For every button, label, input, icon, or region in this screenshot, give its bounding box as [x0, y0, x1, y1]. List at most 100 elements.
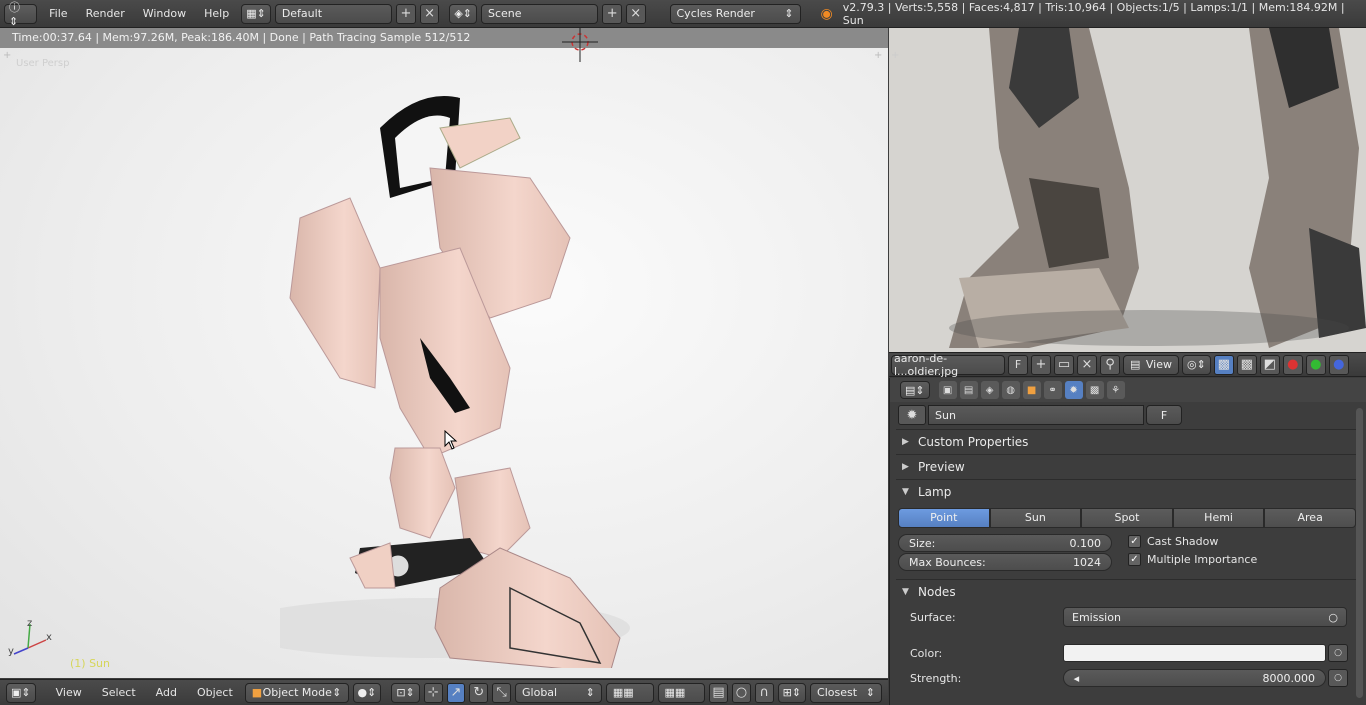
mode-dropdown[interactable]: ■ Object Mode ⇕ [244, 682, 349, 703]
shading-dropdown[interactable]: ●⇕ [352, 682, 382, 703]
red-dot-icon: ● [1287, 357, 1299, 372]
pivot-dropdown[interactable]: ⊡⇕ [391, 682, 420, 703]
updown-icon: ⇕ [332, 686, 342, 699]
tab-scene[interactable]: ◈ [980, 381, 999, 399]
size-field[interactable]: Size: 0.100 [898, 534, 1112, 552]
lamp-name-field[interactable]: Sun [928, 405, 1144, 425]
new-image-button[interactable]: + [1031, 354, 1051, 375]
manipulator-toggle[interactable]: ⊹ [423, 682, 443, 703]
cast-shadow-checkbox[interactable]: ✓ Cast Shadow [1128, 535, 1257, 548]
menu-object[interactable]: Object [189, 683, 241, 702]
fake-user-button[interactable]: F [1008, 354, 1028, 375]
tab-render-layers[interactable]: ▤ [959, 381, 978, 399]
remove-scene-button[interactable]: × [625, 3, 646, 24]
tab-world[interactable]: ◍ [1001, 381, 1020, 399]
editor-type-3dview-button[interactable]: ▣⇕ [6, 682, 36, 703]
image-editor[interactable]: + [889, 28, 1366, 352]
layer-buttons-1[interactable]: ▦▦ [605, 682, 654, 703]
strength-link-button[interactable]: ○ [1328, 669, 1348, 687]
translate-manipulator[interactable]: ↗ [446, 682, 466, 703]
color-link-button[interactable]: ○ [1328, 644, 1348, 662]
channel-blue-button[interactable]: ● [1328, 354, 1349, 375]
tab-render[interactable]: ▣ [938, 381, 957, 399]
layer-buttons-2[interactable]: ▦▦ [657, 682, 706, 703]
add-scene-button[interactable]: + [602, 3, 622, 24]
panel-nodes-header[interactable]: ▼ Nodes [896, 580, 1358, 604]
channel-green-button[interactable]: ● [1305, 354, 1326, 375]
3d-cursor-icon[interactable] [560, 28, 600, 64]
panel-lamp-header[interactable]: ▼ Lamp [896, 480, 1358, 504]
view-mode-label: View [1145, 358, 1172, 371]
pin-button[interactable]: ⚲ [1100, 354, 1120, 375]
menu-help[interactable]: Help [196, 4, 237, 23]
channel-alpha-button[interactable]: ▩ [1236, 354, 1257, 375]
orientation-dropdown[interactable]: Global ⇕ [515, 682, 602, 703]
menu-add[interactable]: Add [148, 683, 185, 702]
menu-window[interactable]: Window [135, 4, 194, 23]
lamp-type-area[interactable]: Area [1264, 508, 1356, 528]
rotate-manipulator[interactable]: ↻ [469, 682, 489, 703]
image-name-field[interactable]: aaron-de-l...oldier.jpg [891, 352, 1005, 378]
tab-texture[interactable]: ▩ [1085, 381, 1104, 399]
lamp-type-point[interactable]: Point [898, 508, 990, 528]
render-engine-dropdown[interactable]: Cycles Render ⇕ [669, 3, 801, 24]
3d-viewport[interactable]: Time:00:37.64 | Mem:97.26M, Peak:186.40M… [0, 28, 888, 678]
view-mode-dropdown[interactable]: ▤ View [1123, 354, 1179, 375]
collapsed-triangle-icon: ▶ [902, 437, 909, 447]
menu-view[interactable]: View [48, 683, 90, 702]
lamp-type-hemi[interactable]: Hemi [1172, 508, 1265, 528]
editor-type-info-button[interactable]: ⓘ ⇕ [4, 1, 38, 28]
channel-z-button[interactable]: ◩ [1259, 354, 1280, 375]
open-image-button[interactable]: ▭ [1054, 354, 1074, 375]
properties-scrollbar[interactable] [1356, 408, 1363, 698]
snap-target-dropdown[interactable]: Closest ⇕ [810, 682, 882, 703]
cube-icon: ▣⇕ [11, 686, 31, 699]
editor-type-properties-button[interactable]: ▤⇕ [900, 381, 930, 399]
menu-file[interactable]: File [41, 4, 75, 23]
scene-selector-button[interactable]: ◈⇕ [449, 3, 477, 24]
tab-object[interactable]: ■ [1022, 381, 1041, 399]
color-row: Color: ○ [896, 630, 1358, 666]
panel-custom-properties[interactable]: ▶ Custom Properties [896, 429, 1358, 454]
remove-layout-button[interactable]: × [419, 3, 440, 24]
corner-plus-icon[interactable]: + [874, 50, 882, 61]
color-swatch[interactable] [1062, 644, 1327, 662]
multiple-importance-label: Multiple Importance [1147, 553, 1258, 566]
layout-name-field[interactable]: Default [274, 3, 393, 24]
unlink-image-button[interactable]: × [1077, 354, 1097, 375]
snap-toggle[interactable]: ∩ [754, 682, 774, 703]
lamp-fake-user-button[interactable]: F [1146, 405, 1182, 425]
scene-name-field[interactable]: Scene [481, 3, 599, 24]
add-layout-button[interactable]: + [396, 3, 416, 24]
corner-plus-icon[interactable]: + [891, 50, 899, 61]
channel-rgb-button[interactable]: ▩ [1213, 354, 1234, 375]
proportional-edit-button[interactable]: ○ [731, 682, 751, 703]
top-header: ⓘ ⇕ File Render Window Help ▦⇕ Default +… [0, 0, 1366, 28]
snap-element-dropdown[interactable]: ⊞⇕ [777, 682, 807, 703]
multiple-importance-checkbox[interactable]: ✓ Multiple Importance [1128, 553, 1257, 566]
tab-particles[interactable]: ⚘ [1106, 381, 1125, 399]
menu-select[interactable]: Select [94, 683, 144, 702]
lamp-browse-button[interactable]: ✹ [898, 405, 926, 425]
lamp-type-sun[interactable]: Sun [989, 508, 1082, 528]
panel-preview[interactable]: ▶ Preview [896, 454, 1358, 479]
channel-red-button[interactable]: ● [1282, 354, 1303, 375]
surface-dropdown[interactable]: Emission ○ [1063, 607, 1347, 627]
close-icon: × [424, 6, 435, 21]
max-bounces-label: Max Bounces: [909, 555, 986, 569]
object-mode-icon: ■ [251, 686, 263, 699]
tab-constraints[interactable]: ⚭ [1043, 381, 1062, 399]
expanded-triangle-icon: ▼ [902, 487, 909, 497]
tab-lamp-data[interactable]: ✹ [1064, 381, 1083, 399]
overlay-dropdown[interactable]: ◎⇕ [1182, 354, 1211, 375]
lamp-icon: ✹ [906, 407, 918, 423]
max-bounces-field[interactable]: Max Bounces: 1024 [898, 553, 1112, 571]
layout-selector-button[interactable]: ▦⇕ [241, 3, 271, 24]
corner-plus-icon[interactable]: + [3, 50, 11, 61]
lamp-type-spot[interactable]: Spot [1081, 508, 1173, 528]
lock-layers-button[interactable]: ▤ [709, 682, 728, 703]
strength-field[interactable]: ◂ 8000.000 [1062, 669, 1327, 687]
scale-manipulator[interactable]: ⤡ [492, 682, 512, 703]
menu-render[interactable]: Render [78, 4, 133, 23]
layers-icon: ▤ [712, 685, 725, 700]
